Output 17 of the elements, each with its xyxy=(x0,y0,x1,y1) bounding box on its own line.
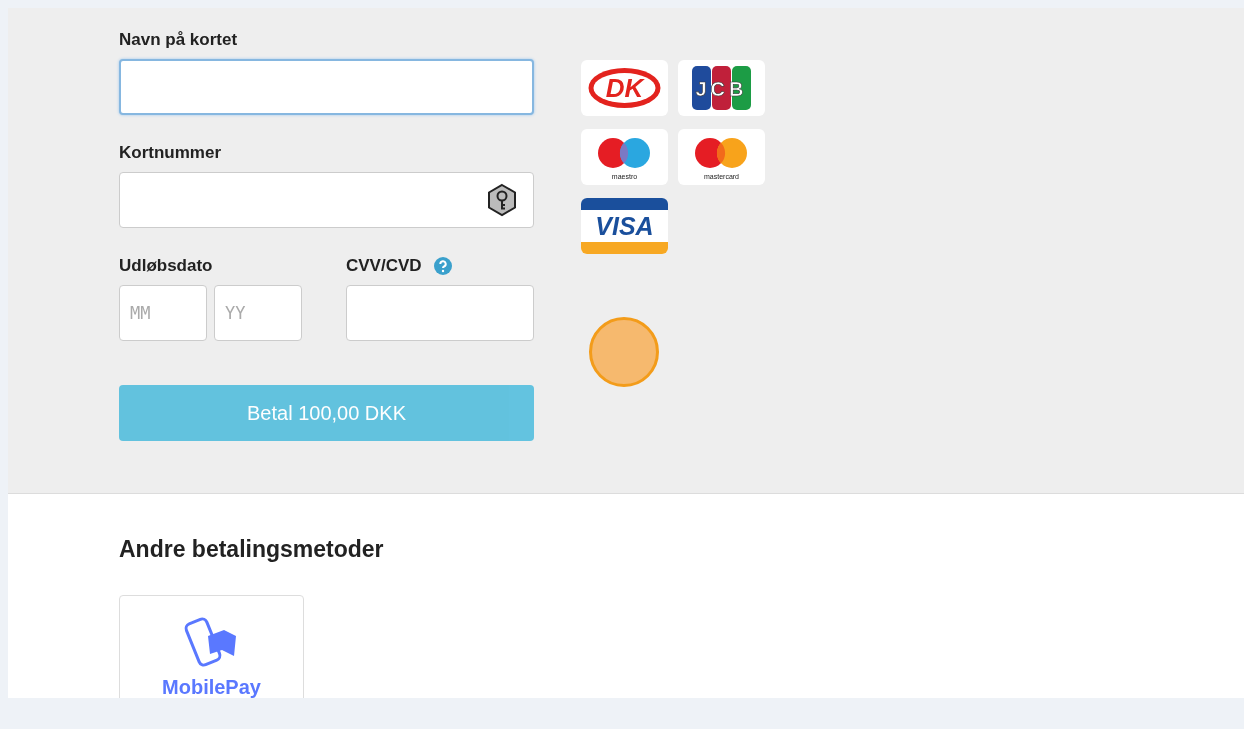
help-icon[interactable] xyxy=(433,257,452,275)
field-label: Udløbsdato xyxy=(119,256,214,276)
mobilepay-label: MobilePay xyxy=(162,676,261,698)
card-number-field[interactable] xyxy=(119,172,534,228)
pay-button[interactable]: Betal 100,00 DKK xyxy=(119,385,534,441)
key-icon xyxy=(485,183,519,217)
name-field[interactable] xyxy=(119,59,534,115)
month-field[interactable]: MM xyxy=(119,285,207,341)
section-heading: Andre betalingsmetoder xyxy=(119,536,385,563)
dankort-logo: DK xyxy=(581,60,668,116)
year-field[interactable]: YY xyxy=(214,285,302,341)
visa-logo: VISA xyxy=(581,198,668,254)
field-label: CVV/CVD xyxy=(346,256,422,276)
mobilepay-option[interactable]: MobilePay xyxy=(119,595,304,698)
field-label: Kortnummer xyxy=(119,143,222,163)
cvv-field[interactable] xyxy=(346,285,534,341)
field-label: Navn på kortet xyxy=(119,30,239,50)
